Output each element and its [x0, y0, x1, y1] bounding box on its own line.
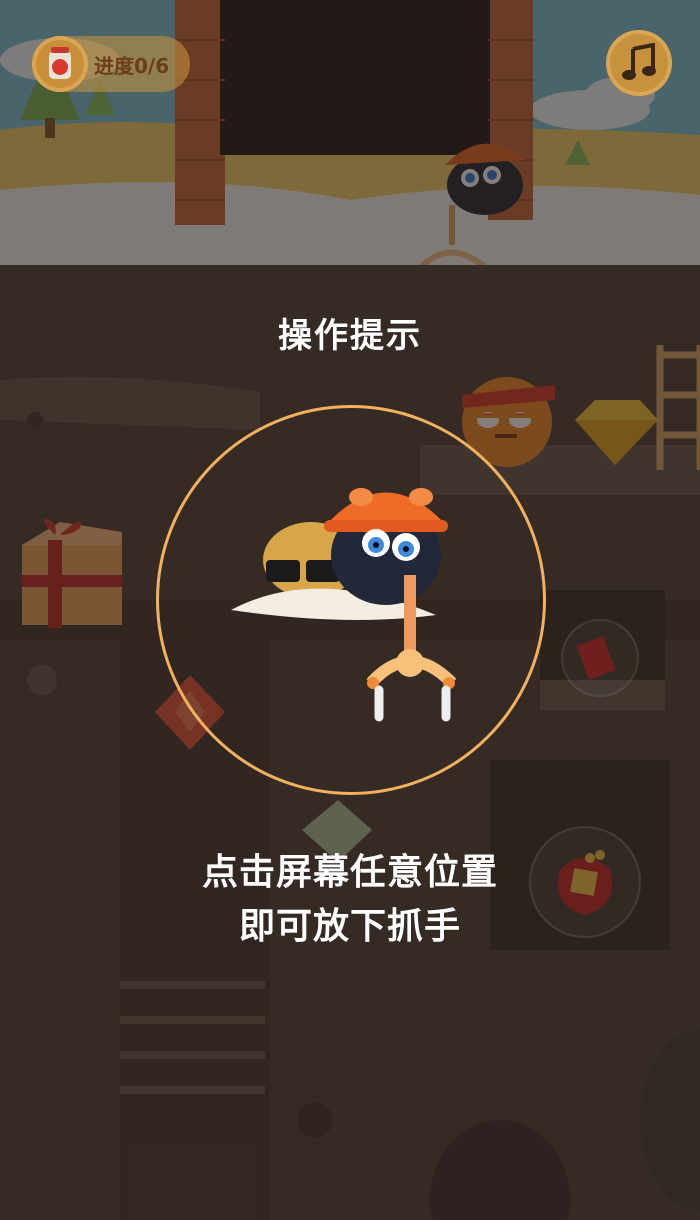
jar-icon	[32, 36, 88, 92]
progress-label: 进度0/6	[94, 53, 170, 78]
instruction-line-2: 即可放下抓手	[238, 906, 461, 947]
music-toggle-button[interactable]	[606, 30, 672, 96]
progress-indicator: 进度0/6	[32, 36, 190, 92]
claw-icon	[366, 649, 457, 722]
music-note-icon	[622, 43, 656, 80]
tutorial-instruction: 点击屏幕任意位置 即可放下抓手	[0, 846, 700, 954]
tutorial-title: 操作提示	[278, 316, 422, 356]
game-stage[interactable]: 进度0/6 操作提示 点击屏幕任意位置 即可放下抓手	[0, 0, 700, 1220]
red-envelope-icon	[561, 619, 639, 697]
digger-character	[231, 488, 457, 722]
instruction-line-1: 点击屏幕任意位置	[201, 852, 498, 893]
